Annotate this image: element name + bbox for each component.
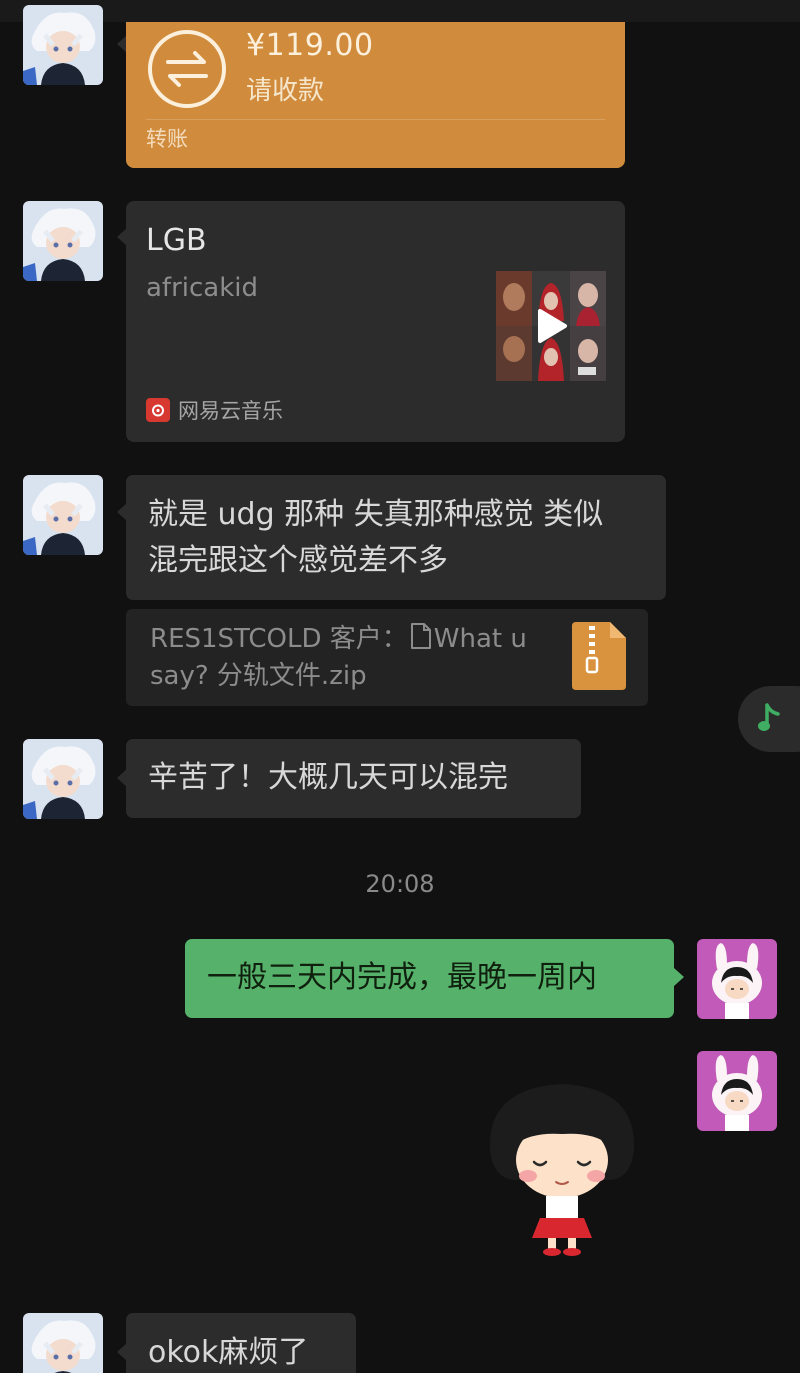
message-text: 辛苦了！大概几天可以混完 <box>148 760 508 795</box>
transfer-amount: ¥119.00 <box>246 28 374 63</box>
music-source: 网易云音乐 <box>146 398 283 423</box>
quoted-file-text: RES1STCOLD 客户： What u say? 分轨文件.zip <box>150 621 550 695</box>
floating-music-button[interactable] <box>738 686 800 752</box>
maruko-sticker-icon[interactable] <box>482 1078 642 1262</box>
message-text-line1: 就是 udg 那种 失真那种感觉 类似 <box>148 497 604 532</box>
transfer-label: 转账 <box>146 127 188 151</box>
music-note-icon <box>758 703 780 731</box>
music-title: LGB <box>146 223 207 258</box>
transfer-arrows-icon <box>146 28 228 114</box>
timestamp: 20:08 <box>365 870 435 898</box>
netease-music-icon <box>146 398 170 422</box>
self-avatar[interactable] <box>697 1051 777 1131</box>
quote-sender: RES1STCOLD 客户： <box>150 624 408 654</box>
play-icon <box>538 309 567 343</box>
contact-avatar[interactable] <box>23 475 103 555</box>
transfer-status: 请收款 <box>246 76 325 106</box>
message-text: okok麻烦了 <box>148 1335 309 1370</box>
music-card[interactable]: LGB africakid 网易云音乐 <box>126 201 625 442</box>
transfer-card[interactable]: ¥119.00 请收款 转账 <box>126 22 625 168</box>
zip-file-icon <box>572 622 626 694</box>
reply-message-bubble[interactable]: 一般三天内完成，最晚一周内 <box>185 939 674 1018</box>
music-source-label: 网易云音乐 <box>178 399 283 423</box>
bubble-tail <box>674 968 684 986</box>
music-artist: africakid <box>146 273 259 303</box>
contact-avatar[interactable] <box>23 201 103 281</box>
transfer-divider <box>146 119 605 120</box>
text-message-bubble[interactable]: okok麻烦了 <box>126 1313 356 1373</box>
contact-avatar[interactable] <box>23 5 103 85</box>
self-avatar[interactable] <box>697 939 777 1019</box>
reply-text: 一般三天内完成，最晚一周内 <box>207 960 597 995</box>
message-text-line2: 混完跟这个感觉差不多 <box>148 543 448 578</box>
text-message-bubble[interactable]: 就是 udg 那种 失真那种感觉 类似 混完跟这个感觉差不多 <box>126 475 666 600</box>
contact-avatar[interactable] <box>23 739 103 819</box>
text-message-bubble[interactable]: 辛苦了！大概几天可以混完 <box>126 739 581 818</box>
document-icon <box>410 623 431 649</box>
contact-avatar[interactable] <box>23 1313 103 1373</box>
top-bar <box>0 0 800 22</box>
quoted-file[interactable]: RES1STCOLD 客户： What u say? 分轨文件.zip <box>126 609 648 706</box>
album-cover[interactable] <box>496 271 606 381</box>
